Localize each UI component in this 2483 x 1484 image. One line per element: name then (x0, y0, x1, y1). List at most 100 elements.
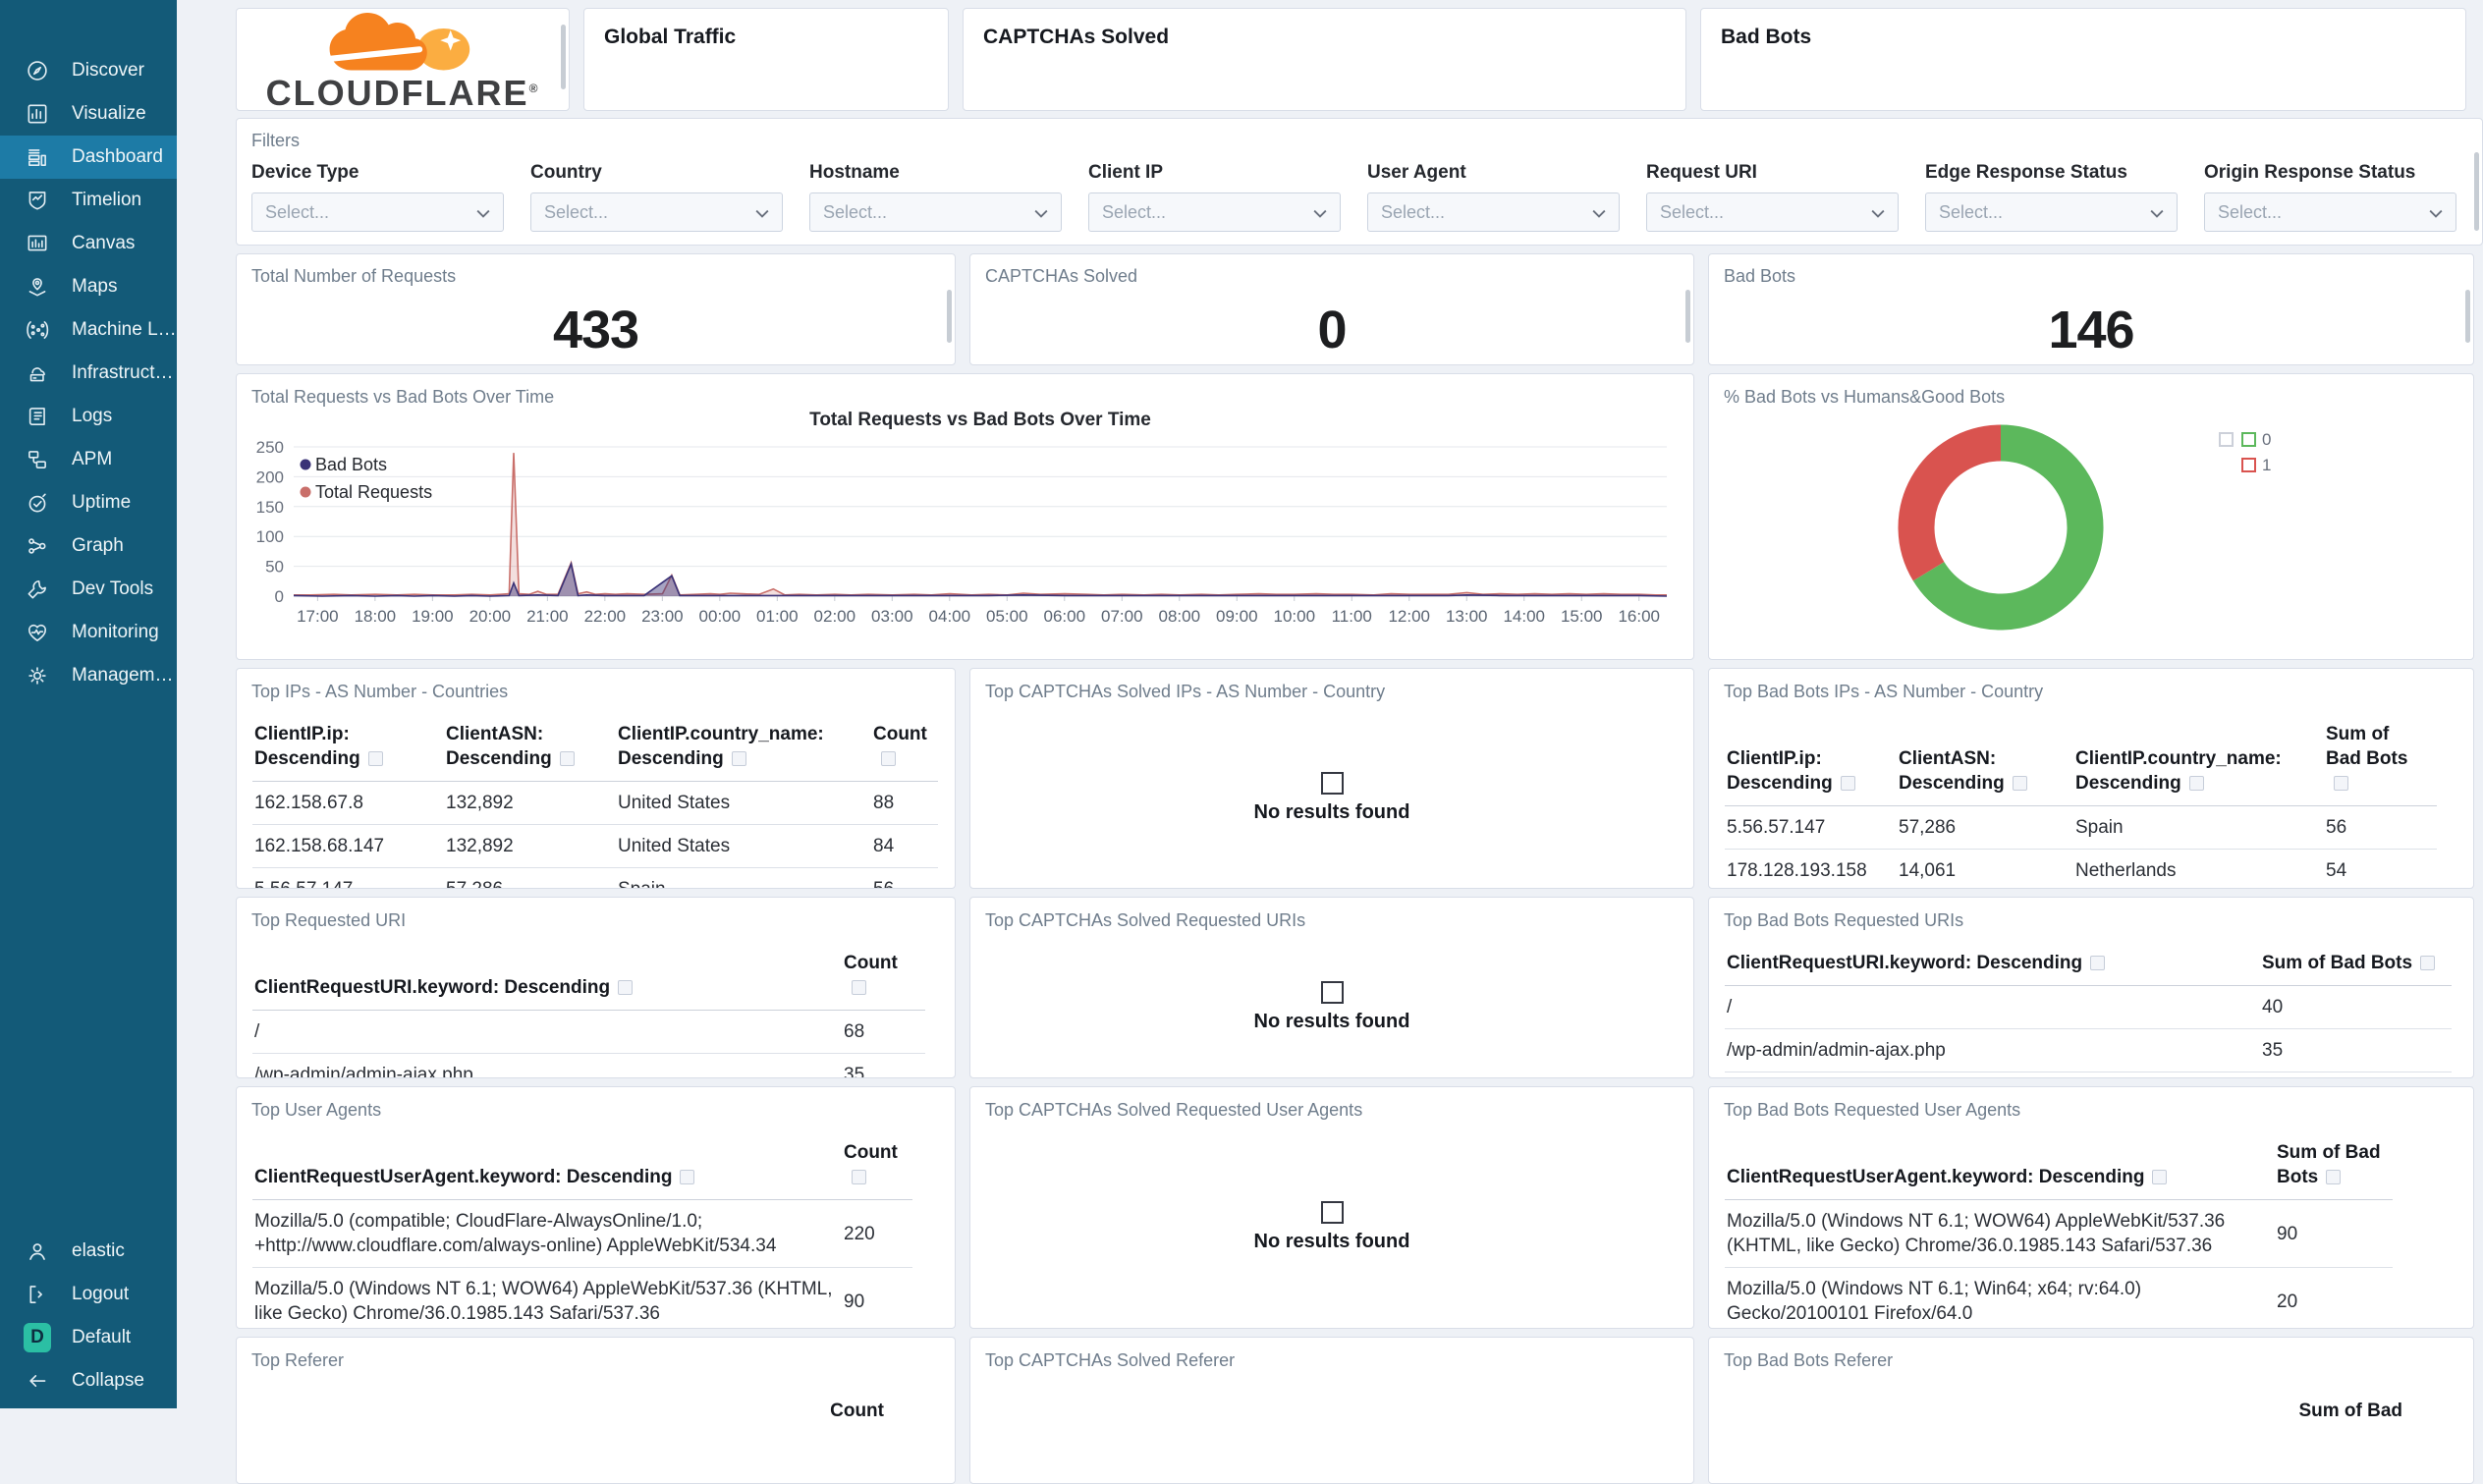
metric-panel-scrollbar[interactable] (947, 290, 952, 343)
filter-select-origin-response-status[interactable]: Select... (2204, 192, 2456, 232)
sidebar-item-canvas[interactable]: Canvas (0, 222, 177, 265)
sort-checkbox-icon[interactable] (2326, 1170, 2342, 1185)
table-column-header-clientip-ip-descending[interactable]: ClientIP.ip: Descending (252, 718, 444, 782)
sidebar-item-discover[interactable]: Discover (0, 49, 177, 92)
y-tick-label: 100 (256, 527, 284, 546)
donut-slice-1[interactable] (1898, 424, 2002, 581)
panel-title: Top Bad Bots Requested User Agents (1724, 1100, 2021, 1120)
sort-checkbox-icon[interactable] (881, 751, 896, 767)
sort-checkbox-icon[interactable] (852, 1170, 866, 1185)
table-row[interactable]: 5.56.57.14757,286Spain56 (252, 867, 938, 888)
sidebar-item-elastic[interactable]: elastic (0, 1230, 177, 1273)
metric-panel-scrollbar[interactable] (2465, 290, 2470, 343)
sidebar-item-dev-tools[interactable]: Dev Tools (0, 568, 177, 611)
sidebar-item-visualize[interactable]: Visualize (0, 92, 177, 136)
table-column-header-clientrequesturi-keyword-descending[interactable]: ClientRequestURI.keyword: Descending (1725, 947, 2260, 986)
chart-title: Total Requests vs Bad Bots Over Time (809, 410, 1151, 430)
sidebar-item-uptime[interactable]: Uptime (0, 481, 177, 524)
table-column-header-clientasn-descending[interactable]: ClientASN: Descending (1897, 718, 2073, 806)
sidebar-item-graph[interactable]: Graph (0, 524, 177, 568)
table-column-header-sum-of-bad-bots[interactable]: Sum of Bad Bots (2260, 947, 2452, 986)
sidebar-item-label: Maps (72, 276, 118, 297)
table-row[interactable]: /wp-admin/admin-ajax.php 35 (252, 1053, 925, 1077)
filter-select-client-ip[interactable]: Select... (1088, 192, 1341, 232)
sidebar-item-apm[interactable]: APM (0, 438, 177, 481)
filter-select-user-agent[interactable]: Select... (1367, 192, 1620, 232)
table-column-header-sum-of-bad-bots[interactable]: Sum of Bad Bots (2324, 718, 2437, 806)
filter-select-device-type[interactable]: Select... (251, 192, 504, 232)
table-cell: 5.56.57.147 (252, 867, 444, 888)
sidebar-item-maps[interactable]: Maps (0, 265, 177, 308)
sort-checkbox-icon[interactable] (367, 751, 383, 767)
sort-checkbox-icon[interactable] (680, 1170, 695, 1185)
sort-checkbox-icon[interactable] (2420, 956, 2436, 971)
donut-legend-item-0[interactable]: 0 (2241, 430, 2271, 449)
table-column-header-count[interactable]: Count (842, 1136, 912, 1200)
sidebar-item-timelion[interactable]: Timelion (0, 179, 177, 222)
filter-select-hostname[interactable]: Select... (809, 192, 1062, 232)
table-row[interactable]: /40 (1725, 985, 2452, 1029)
x-tick-label: 11:00 (1332, 607, 1372, 626)
x-tick-label: 21:00 (526, 607, 569, 626)
table-row[interactable]: 162.158.67.8 132,892 United States 88 (252, 781, 938, 825)
table-column-header-sum-of-bad-bots[interactable]: Sum of Bad Bots (2275, 1136, 2393, 1200)
table-row[interactable]: Mozilla/5.0 (compatible; CloudFlare-Alwa… (252, 1199, 912, 1268)
legend-item-total-requests[interactable]: Total Requests (300, 482, 433, 502)
table-cell: /wp-admin/admin-ajax.php (1725, 1028, 2260, 1072)
sidebar-item-management[interactable]: Management (0, 654, 177, 697)
sidebar-item-label: Canvas (72, 233, 136, 253)
table-column-header-clientasn-descending[interactable]: ClientASN: Descending (444, 718, 616, 782)
sidebar-item-collapse[interactable]: Collapse (0, 1359, 177, 1402)
data-table: ClientIP.ip: Descending ClientASN: Descen… (252, 718, 938, 888)
sidebar-item-label: Logs (72, 406, 113, 426)
sort-checkbox-icon[interactable] (852, 980, 866, 996)
metric-panel-scrollbar[interactable] (1685, 290, 1690, 343)
table-column-header-clientip-country-name-descending[interactable]: ClientIP.country_name: Descending (616, 718, 871, 782)
sidebar-item-logout[interactable]: Logout (0, 1273, 177, 1316)
sidebar-item-logs[interactable]: Logs (0, 395, 177, 438)
logo-panel-scrollbar[interactable] (561, 25, 566, 89)
table-row[interactable]: Mozilla/5.0 (Windows NT 6.1; WOW64) Appl… (252, 1267, 912, 1328)
table-row[interactable]: Mozilla/5.0 (Windows NT 6.1; WOW64) Appl… (1725, 1199, 2393, 1268)
table-column-header[interactable]: Count (237, 1401, 884, 1422)
table-row[interactable]: 162.158.68.147 132,892 United States 84 (252, 824, 938, 868)
legend-item-bad-bots[interactable]: Bad Bots (300, 455, 388, 474)
table-column-header-count[interactable]: Count (871, 718, 938, 782)
sort-checkbox-icon[interactable] (2012, 776, 2027, 792)
y-tick-label: 50 (265, 558, 284, 577)
table-row[interactable]: /68 (252, 1010, 925, 1054)
table-row[interactable]: /wp-admin/admin-post.php16 (1725, 1072, 2452, 1077)
sidebar-item-dashboard[interactable]: Dashboard (0, 136, 177, 179)
sort-checkbox-icon[interactable] (2090, 956, 2106, 971)
sort-checkbox-icon[interactable] (2188, 776, 2204, 792)
table-column-header[interactable]: Sum of Bad (1709, 1401, 2402, 1422)
table-column-header-clientip-country-name-descending[interactable]: ClientIP.country_name: Descending (2073, 718, 2324, 806)
filter-select-request-uri[interactable]: Select... (1646, 192, 1899, 232)
sort-checkbox-icon[interactable] (559, 751, 575, 767)
donut-legend-item-1[interactable]: 1 (2241, 456, 2271, 474)
sort-checkbox-icon[interactable] (1840, 776, 1855, 792)
table-column-header-clientip-ip-descending[interactable]: ClientIP.ip: Descending (1725, 718, 1897, 806)
table-cell: 40 (2260, 985, 2452, 1029)
table-row[interactable]: 178.128.193.158 14,061 Netherlands 54 (1725, 849, 2437, 888)
filter-select-country[interactable]: Select... (530, 192, 783, 232)
filter-label: Hostname (809, 162, 900, 183)
sidebar-item-monitoring[interactable]: Monitoring (0, 611, 177, 654)
sidebar-item-infrastructure[interactable]: Infrastructure (0, 352, 177, 395)
table-row[interactable]: Mozilla/5.0 (Windows NT 6.1; Win64; x64;… (1725, 1267, 2393, 1328)
filter-select-edge-response-status[interactable]: Select... (1925, 192, 2178, 232)
table-column-header-count[interactable]: Count (842, 947, 925, 1011)
table-column-header-clientrequesturi-keyword-descending[interactable]: ClientRequestURI.keyword: Descending (252, 947, 842, 1011)
sidebar-item-machine-le[interactable]: Machine Le… (0, 308, 177, 352)
chevron-down-icon (755, 202, 769, 223)
table-column-header-clientrequestuseragent-keyword-descending[interactable]: ClientRequestUserAgent.keyword: Descendi… (252, 1136, 842, 1200)
sidebar-item-default[interactable]: D Default (0, 1316, 177, 1359)
filters-scrollbar[interactable] (2474, 152, 2479, 231)
table-row[interactable]: /wp-admin/admin-ajax.php 35 (1725, 1028, 2452, 1072)
sort-checkbox-icon[interactable] (2334, 776, 2348, 792)
table-row[interactable]: 5.56.57.14757,286Spain56 (1725, 805, 2437, 850)
sort-checkbox-icon[interactable] (731, 751, 746, 767)
sort-checkbox-icon[interactable] (618, 980, 634, 996)
sort-checkbox-icon[interactable] (2152, 1170, 2168, 1185)
table-column-header-clientrequestuseragent-keyword-descending[interactable]: ClientRequestUserAgent.keyword: Descendi… (1725, 1136, 2275, 1200)
